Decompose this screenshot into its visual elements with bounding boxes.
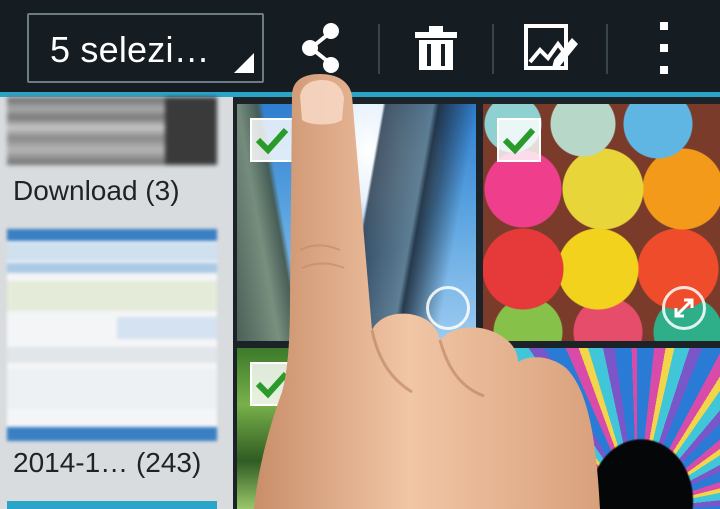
- album-label-download: Download (3): [13, 175, 180, 206]
- expand-icon[interactable]: [426, 286, 470, 330]
- more-vertical-icon: [660, 22, 668, 74]
- share-button[interactable]: [292, 20, 352, 76]
- dropdown-corner-icon: [234, 53, 254, 73]
- delete-button[interactable]: [406, 20, 466, 76]
- trash-icon: [415, 26, 457, 70]
- album-list: Download (3) 2014-1… (243): [0, 97, 233, 509]
- checkmark-icon: [502, 127, 536, 155]
- photo-tile[interactable]: [513, 348, 720, 509]
- overflow-menu-button[interactable]: [634, 20, 694, 76]
- action-bar: 5 selezi…: [0, 0, 720, 92]
- selection-checkbox[interactable]: [250, 362, 294, 406]
- share-icon: [302, 23, 339, 73]
- album-thumbnail[interactable]: [7, 97, 217, 165]
- selection-count-dropdown[interactable]: 5 selezi…: [27, 13, 264, 83]
- album-label-2014: 2014-1… (243): [13, 447, 202, 478]
- album-thumbnail[interactable]: [7, 229, 217, 441]
- bar-divider: [492, 24, 494, 74]
- expand-icon[interactable]: [662, 286, 706, 330]
- checkmark-icon: [255, 127, 289, 155]
- image-edit-icon: [524, 24, 578, 70]
- album-active-indicator: [7, 501, 217, 509]
- selection-count-label: 5 selezi…: [50, 29, 210, 70]
- selection-checkbox[interactable]: [250, 118, 294, 162]
- bar-divider: [606, 24, 608, 74]
- selection-checkbox[interactable]: [497, 118, 541, 162]
- bar-divider: [378, 24, 380, 74]
- checkmark-icon: [255, 371, 289, 399]
- edit-button[interactable]: [520, 20, 580, 76]
